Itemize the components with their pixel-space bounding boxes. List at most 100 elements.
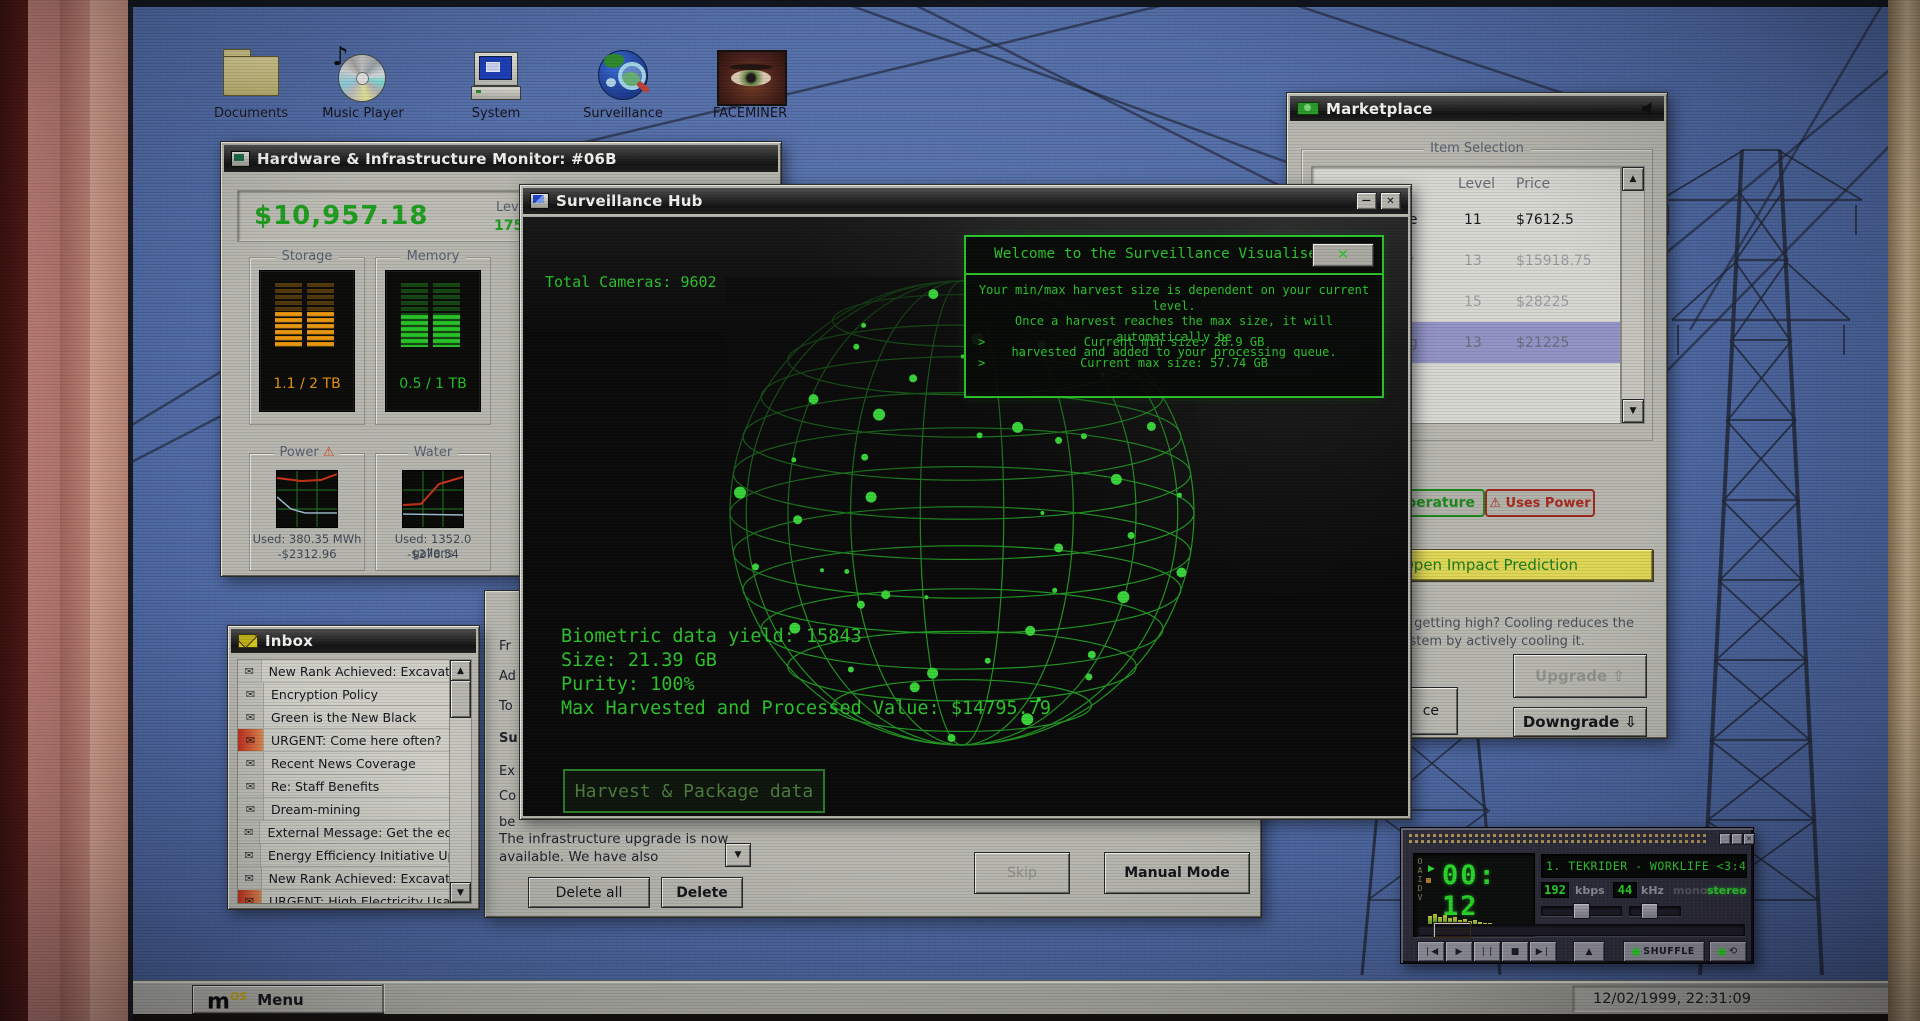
skip-button[interactable]: Skip [974,852,1070,894]
clutterbar[interactable]: OAIDV [1416,857,1424,902]
market-scrollbar[interactable]: ▲ ▼ [1621,166,1645,424]
cash-icon [1297,102,1319,115]
speaker-icon[interactable] [1642,102,1652,115]
music-player-window[interactable]: ✕ OAIDV ▶ 00: 12 1. TEKRIDER - WORKLIFE … [1400,827,1755,964]
water-group: Water Used: 1352.0 gallons -$278.54 [375,445,491,571]
camera-dot [1146,421,1156,431]
downgrade-button[interactable]: Downgrade ⇩ [1513,707,1647,737]
inbox-item[interactable]: ✉ URGENT: High Electricity Usage [238,890,450,903]
player-minimize-button[interactable] [1719,833,1731,845]
water-graph [402,470,464,528]
stereo-indicator: stereo [1707,884,1747,897]
desktop-icon-system[interactable]: System [436,44,556,121]
market-cell-level: 13 [1464,335,1482,351]
inbox-item-subject: Encryption Policy [271,686,379,702]
open-impact-prediction-button[interactable]: Open Impact Prediction [1387,549,1653,581]
desktop-icon-music-player[interactable]: ♪ Music Player [303,42,423,121]
desktop-icon-documents[interactable]: Documents [191,44,311,121]
inbox-item[interactable]: ✉ New Rank Achieved: Excavato... [238,660,450,683]
desktop-icon-faceminer[interactable]: FACEMINER [690,44,810,121]
volume-slider-handle[interactable] [1573,903,1590,919]
window-title: Inbox [265,632,313,650]
shuffle-button[interactable]: SHUFFLE [1623,941,1705,962]
balance-slider-handle[interactable] [1641,903,1658,919]
mail-field-fragment: Ex [499,764,515,779]
minimize-button[interactable]: — [1356,192,1377,210]
desktop-icon-surveillance[interactable]: Surveillance [563,44,683,121]
player-titlebar[interactable] [1409,834,1709,843]
market-cell-level: 11 [1464,212,1482,228]
surveillance-titlebar[interactable]: Surveillance Hub — ✕ [523,188,1408,214]
camera-dot [1177,492,1182,498]
inbox-item[interactable]: ✉ Dream-mining [238,798,450,821]
upgrade-button[interactable]: Upgrade ⇧ [1513,654,1647,698]
harvest-package-button[interactable]: Harvest & Package data [563,769,825,813]
inbox-scrollbar[interactable]: ▲ ▼ [449,659,472,904]
player-shade-button[interactable] [1731,833,1743,845]
camera-dot [909,374,918,383]
cd-icon: ♪ [332,42,388,102]
scroll-down-button[interactable]: ▼ [450,882,471,903]
eject-button[interactable]: ▲ [1573,941,1605,962]
camera-dot [865,491,877,503]
crt-screen: Documents ♪ Music Player System Surveill… [0,0,1920,1021]
previous-button[interactable]: ❘◀ [1417,941,1445,962]
bitrate-unit: kbps [1575,884,1605,897]
scroll-up-button[interactable]: ▲ [1622,167,1644,191]
camera-dot [1012,421,1024,433]
inbox-item[interactable]: ✉ Encryption Policy [238,683,450,706]
inbox-item[interactable]: ✉ New Rank Achieved: Excavato... [238,867,450,890]
inbox-titlebar[interactable]: Inbox [231,629,476,653]
icon-label: Surveillance [583,106,663,121]
balance-value: $10,957.18 [254,201,429,231]
scrollbar-thumb[interactable] [450,680,471,718]
close-button[interactable]: ✕ [1380,192,1401,210]
camera-dot [873,408,886,421]
clock-tray[interactable]: 12/02/1999, 22:31:09 [1572,985,1920,1013]
power-label: Power [279,445,319,460]
track-display[interactable]: 1. TEKRIDER - WORKLIFE <3:48> [1541,854,1747,878]
column-header-level: Level [1458,176,1495,192]
column-header-price: Price [1516,176,1551,192]
menu-label: Menu [257,990,304,1009]
clock: 12/02/1999, 22:31:09 [1593,991,1751,1007]
tag-uses-power: ⚠ Uses Power [1485,489,1595,517]
mail-dropdown-button[interactable]: ▼ [725,843,751,867]
envelope-icon: ✉ [238,775,264,797]
envelope-icon: ✉ [238,729,264,751]
inbox-item[interactable]: ✉ Green is the New Black [238,706,450,729]
manual-mode-button[interactable]: Manual Mode [1104,852,1250,894]
surveillance-hub-window[interactable]: Surveillance Hub — ✕ Total Cameras: 9602… [519,184,1412,820]
hardware-monitor-titlebar[interactable]: Hardware & Infrastructure Monitor: #06B [224,145,778,172]
inbox-item[interactable]: ✉ Re: Staff Benefits [238,775,450,798]
stop-button[interactable]: ■ [1501,941,1529,962]
bezel-left-edge [128,0,133,1021]
welcome-close-button[interactable]: ✕ [1312,243,1374,267]
repeat-button[interactable]: ⟲ [1709,941,1747,962]
next-button[interactable]: ▶❘ [1529,941,1557,962]
play-button[interactable]: ▶ [1445,941,1473,962]
mail-field-fragment: Su [499,731,518,746]
taskbar: mOS Menu 12/02/1999, 22:31:09 [130,980,1920,1015]
envelope-icon: ✉ [238,660,262,682]
pause-button[interactable]: ❘❘ [1473,941,1501,962]
level-label: Lev [496,200,519,215]
menu-button[interactable]: mOS Menu [192,985,384,1014]
marketplace-titlebar[interactable]: Marketplace [1290,96,1664,121]
seek-handle[interactable] [1433,922,1471,938]
market-cell-price: $28225 [1516,294,1570,310]
delete-all-button[interactable]: Delete all [528,877,650,908]
inbox-item[interactable]: ✉ External Message: Get the edge... [238,821,450,844]
inbox-item[interactable]: ✉ URGENT: Come here often? [238,729,450,752]
power-graph [276,470,338,528]
scroll-down-button[interactable]: ▼ [1622,399,1644,423]
icon-label: Documents [213,106,289,121]
delete-button[interactable]: Delete [661,877,743,908]
player-close-button[interactable]: ✕ [1743,833,1755,845]
window-title: Surveillance Hub [556,192,703,210]
scroll-up-button[interactable]: ▲ [450,660,471,681]
inbox-window[interactable]: Inbox ✉ New Rank Achieved: Excavato... ✉ En… [227,625,480,910]
envelope-icon: ✉ [238,890,262,903]
inbox-item[interactable]: ✉ Recent News Coverage [238,752,450,775]
inbox-item[interactable]: ✉ Energy Efficiency Initiative Upd... [238,844,450,867]
